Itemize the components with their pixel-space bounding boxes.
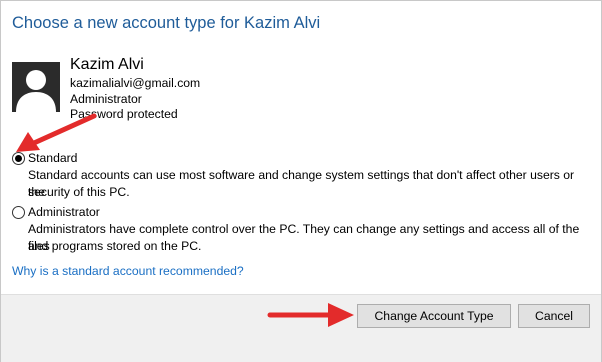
cancel-button[interactable]: Cancel bbox=[518, 304, 590, 328]
dialog-footer bbox=[1, 294, 601, 362]
user-password-status: Password protected bbox=[70, 107, 178, 121]
user-account-type: Administrator bbox=[70, 92, 142, 106]
user-email: kazimalialvi@gmail.com bbox=[70, 76, 201, 90]
user-avatar-icon bbox=[12, 62, 60, 112]
dialog-title: Choose a new account type for Kazim Alvi bbox=[12, 14, 321, 32]
administrator-radio[interactable] bbox=[12, 206, 25, 219]
why-standard-help-link[interactable]: Why is a standard account recommended? bbox=[12, 264, 244, 278]
administrator-description-line2: and programs stored on the PC. bbox=[28, 239, 202, 253]
standard-description-line2: security of this PC. bbox=[28, 185, 130, 199]
change-account-type-button[interactable]: Change Account Type bbox=[357, 304, 511, 328]
standard-label[interactable]: Standard bbox=[28, 151, 77, 165]
radio-selected-dot bbox=[15, 155, 22, 162]
administrator-label[interactable]: Administrator bbox=[28, 205, 100, 219]
standard-radio[interactable] bbox=[12, 152, 25, 165]
user-name: Kazim Alvi bbox=[70, 56, 144, 73]
